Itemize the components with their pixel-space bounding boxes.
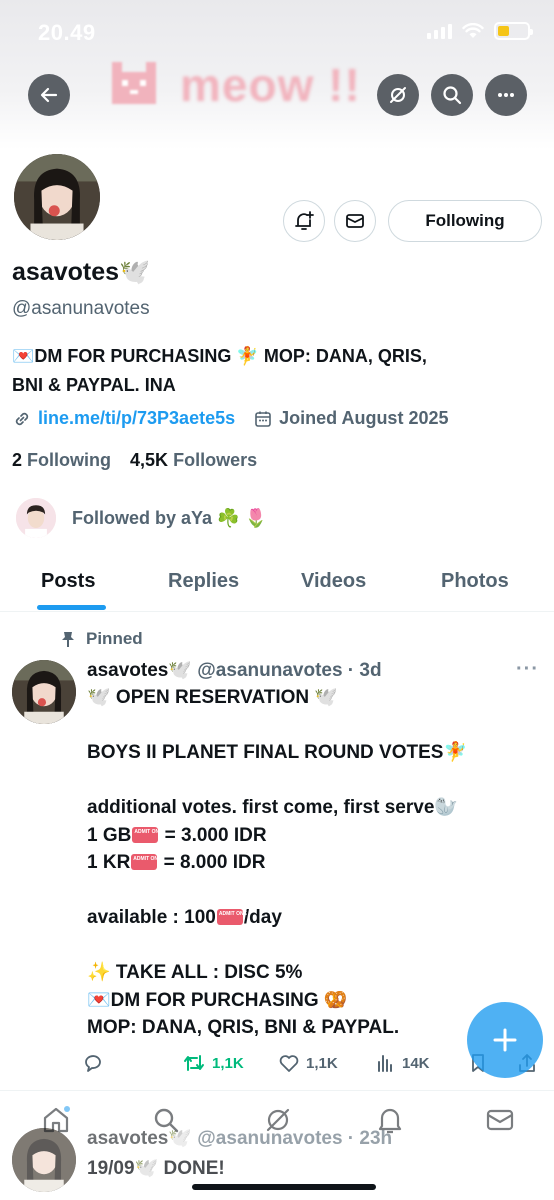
post-line: additional votes. first come, first serv… <box>87 797 459 818</box>
views-button[interactable]: 14K <box>374 1052 430 1074</box>
follow-counts: 2 Following 4,5K Followers <box>12 450 257 471</box>
followed-by-text: Followed by aYa ☘️ 🌷 <box>72 507 267 528</box>
grok-icon <box>390 87 406 103</box>
reply-icon <box>85 1055 101 1072</box>
dove-emoji: 🕊️ <box>119 258 151 286</box>
tab-replies[interactable]: Replies <box>168 570 239 593</box>
battery-icon <box>494 22 533 40</box>
post-line: 1 KR <box>87 852 131 873</box>
compose-button[interactable] <box>467 1002 543 1078</box>
grok-button[interactable] <box>377 74 419 116</box>
post-author-name[interactable]: asavotes🕊️ <box>87 660 192 681</box>
post-line: ✨ TAKE ALL : DISC 5% <box>87 962 303 983</box>
display-name-text: asavotes <box>12 258 120 286</box>
joined-date: Joined August 2025 <box>279 408 449 428</box>
post-header: asavotes🕊️ @asanunavotes · 23h <box>87 1126 392 1150</box>
ticket-icon <box>216 909 243 925</box>
active-tab-indicator <box>37 605 106 610</box>
profile-handle: @asanunavotes <box>12 298 150 319</box>
cat-logo-icon <box>112 62 156 104</box>
followers-count: 4,5K <box>130 450 169 470</box>
profile-bio: 💌DM FOR PURCHASING 🧚 MOP: DANA, QRIS, BN… <box>12 342 532 400</box>
like-button[interactable]: 1,1K <box>278 1052 338 1074</box>
post-more-button[interactable]: ··· <box>516 658 539 681</box>
tab-posts[interactable]: Posts <box>41 570 95 593</box>
calendar-icon <box>255 411 271 427</box>
tab-videos[interactable]: Videos <box>301 570 366 593</box>
bio-line-1: 💌DM FOR PURCHASING 🧚 MOP: DANA, QRIS, <box>12 346 427 366</box>
reply-button[interactable] <box>82 1052 110 1074</box>
heart-icon <box>279 1055 299 1072</box>
post-line: = 8.000 IDR <box>158 852 266 873</box>
following-label: Following <box>27 450 112 470</box>
bell-plus-icon <box>295 211 314 230</box>
profile-tabs: Posts Replies Videos Photos <box>0 556 554 612</box>
like-count: 1,1K <box>306 1054 338 1072</box>
followed-by[interactable]: Followed by aYa ☘️ 🌷 <box>14 496 267 540</box>
post-line: 💌DM FOR PURCHASING 🥨 <box>87 989 348 1011</box>
post-line: 1 GB <box>87 824 132 846</box>
home-indicator <box>192 1184 376 1190</box>
follower-avatar <box>14 496 58 540</box>
following-button[interactable]: Following <box>388 200 542 242</box>
more-horizontal-icon <box>498 93 514 97</box>
bio-line-2: BNI & PAYPAL. INA <box>12 375 176 395</box>
nav-home-icon[interactable] <box>40 1104 72 1136</box>
views-icon <box>378 1055 392 1072</box>
envelope-icon <box>346 214 364 228</box>
banner-title: meow !! <box>180 59 361 111</box>
post-line: available : 100 <box>87 907 216 928</box>
post-line: /day <box>243 907 282 928</box>
status-icons <box>427 22 533 40</box>
search-button[interactable] <box>431 74 473 116</box>
ticket-icon <box>131 854 158 870</box>
retweet-icon <box>184 1055 204 1071</box>
notifications-button[interactable] <box>283 200 325 242</box>
views-count: 14K <box>402 1054 430 1072</box>
signal-icon <box>427 23 452 39</box>
followers-stat[interactable]: 4,5K Followers <box>130 450 257 470</box>
nav-search-icon[interactable] <box>150 1104 182 1136</box>
back-button[interactable] <box>28 74 70 116</box>
post-author-avatar[interactable] <box>12 660 76 724</box>
avatar-photo <box>12 1128 76 1192</box>
post-line: 🕊️ OPEN RESERVATION 🕊️ <box>87 687 339 708</box>
post-header: asavotes🕊️ @asanunavotes · 3d <box>87 658 382 682</box>
retweet-button[interactable]: 1,1K <box>182 1052 244 1074</box>
avatar-photo <box>14 154 100 240</box>
following-count: 2 <box>12 450 23 470</box>
pin-icon <box>62 632 74 647</box>
tab-photos[interactable]: Photos <box>441 570 509 593</box>
more-options-button[interactable] <box>485 74 527 116</box>
post-line: = 3.000 IDR <box>159 824 267 846</box>
plus-icon <box>493 1028 517 1052</box>
profile-avatar[interactable] <box>10 150 104 244</box>
avatar-photo <box>12 660 76 724</box>
post-line: BOYS II PLANET FINAL ROUND VOTES🧚 <box>87 742 468 763</box>
ticket-icon <box>132 826 159 843</box>
followers-label: Followers <box>173 450 258 470</box>
link-icon <box>15 412 29 425</box>
profile-link[interactable]: line.me/ti/p/73P3aete5s <box>38 408 235 429</box>
following-stat[interactable]: 2 Following <box>12 450 111 470</box>
profile-meta: line.me/ti/p/73P3aete5s Joined August 20… <box>12 408 448 429</box>
post-text: 🕊️ OPEN RESERVATION 🕊️ BOYS II PLANET FI… <box>87 684 537 1042</box>
retweet-count: 1,1K <box>212 1054 244 1072</box>
arrow-left-icon <box>40 87 58 103</box>
nav-messages-icon[interactable] <box>484 1104 516 1136</box>
display-name: asavotes🕊️ <box>12 258 150 287</box>
post-author-avatar[interactable] <box>12 1128 76 1192</box>
pinned-label: Pinned <box>86 629 143 648</box>
pinned-indicator: Pinned <box>60 629 143 649</box>
post-text: 19/09🕊️ DONE! <box>87 1158 225 1179</box>
search-icon <box>443 86 462 105</box>
post-handle-time: @asanunavotes · 3d <box>197 660 382 681</box>
message-button[interactable] <box>334 200 376 242</box>
nav-grok-icon[interactable] <box>262 1104 294 1136</box>
wifi-icon <box>462 23 484 38</box>
status-time: 20.49 <box>38 20 96 45</box>
nav-notifications-icon[interactable] <box>374 1104 406 1136</box>
status-bar: 20.49 <box>0 0 554 60</box>
post-handle-time: @asanunavotes · 23h <box>197 1128 393 1149</box>
